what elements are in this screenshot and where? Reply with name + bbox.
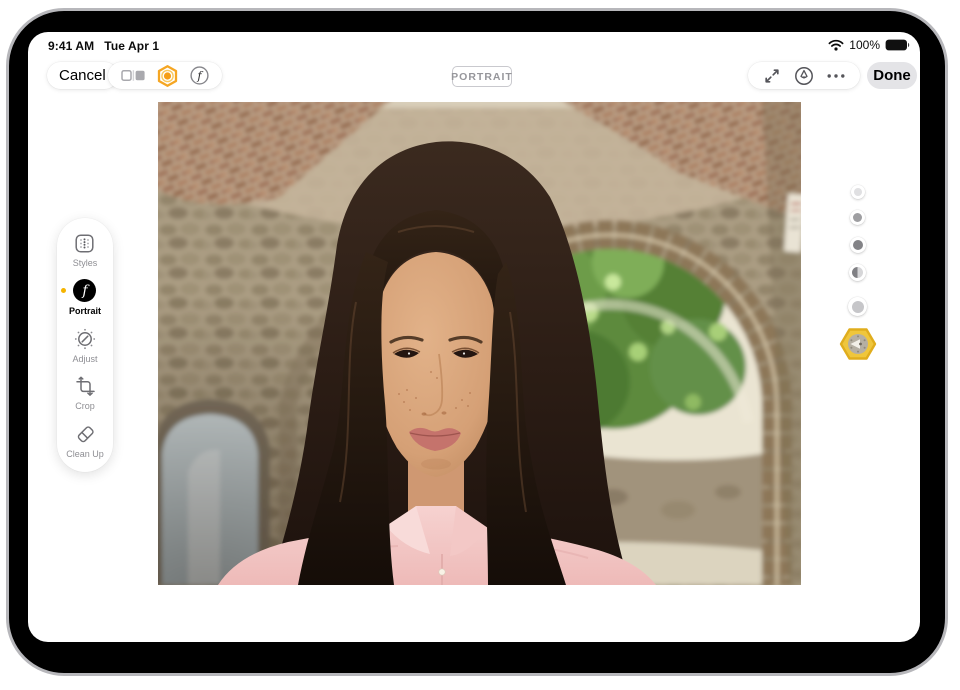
status-bar-right: 100%: [828, 38, 910, 52]
sidebar-item-adjust[interactable]: Adjust: [72, 327, 97, 364]
photos-edit-screen: 9:41 AM Tue Apr 1 100% Cancel: [28, 32, 920, 642]
crop-icon: [73, 374, 97, 398]
compare-before-after-icon[interactable]: [121, 69, 145, 82]
sidebar-item-label: Styles: [73, 258, 98, 268]
portrait-lighting-hexagon-icon[interactable]: [157, 65, 178, 87]
styles-icon: [73, 231, 97, 255]
aperture-f-icon[interactable]: f: [190, 66, 209, 85]
battery-percent: 100%: [849, 38, 880, 52]
portrait-light-option-4[interactable]: [849, 264, 866, 281]
portrait-light-option-1[interactable]: [851, 185, 865, 199]
sidebar-item-portrait[interactable]: f Portrait: [69, 279, 101, 316]
selected-indicator-dot: [61, 288, 66, 293]
edit-tools-sidebar: Styles f Portrait: [57, 218, 113, 472]
expand-icon[interactable]: [763, 67, 781, 85]
markup-icon[interactable]: [794, 66, 814, 86]
status-date: Tue Apr 1: [104, 39, 159, 53]
done-label: Done: [873, 67, 911, 84]
portrait-light-option-5[interactable]: [848, 297, 867, 316]
hexagon-aperture-dial-icon[interactable]: [839, 327, 877, 361]
sidebar-item-label: Clean Up: [66, 449, 104, 459]
wifi-icon: [828, 39, 844, 51]
portrait-tool-group: f: [108, 62, 222, 89]
sidebar-item-label: Crop: [75, 401, 95, 411]
sidebar-item-crop[interactable]: Crop: [73, 374, 97, 411]
portrait-f-icon: f: [73, 279, 97, 303]
portrait-light-option-2[interactable]: [850, 210, 865, 225]
portrait-photo-graphic: [158, 102, 801, 585]
status-bar-left: 9:41 AM Tue Apr 1: [48, 39, 159, 53]
adjust-dial-icon: [73, 327, 97, 351]
mode-badge-label: PORTRAIT: [451, 71, 513, 83]
sidebar-item-clean-up[interactable]: Clean Up: [66, 422, 104, 459]
page: 9:41 AM Tue Apr 1 100% Cancel: [0, 0, 960, 690]
battery-icon: [885, 39, 910, 51]
svg-text:f: f: [196, 68, 203, 82]
sidebar-item-label: Adjust: [72, 354, 97, 364]
clean-up-eraser-icon: [73, 422, 97, 446]
cancel-label: Cancel: [59, 67, 106, 84]
done-button[interactable]: Done: [867, 62, 917, 89]
photo-canvas[interactable]: [158, 102, 801, 585]
sidebar-item-label: Portrait: [69, 306, 101, 316]
status-time: 9:41 AM: [48, 39, 94, 53]
mode-badge: PORTRAIT: [452, 66, 512, 87]
view-control-group: [748, 62, 860, 89]
more-icon[interactable]: [827, 73, 845, 79]
sidebar-item-styles[interactable]: Styles: [73, 231, 98, 268]
portrait-light-option-3[interactable]: [850, 237, 866, 253]
